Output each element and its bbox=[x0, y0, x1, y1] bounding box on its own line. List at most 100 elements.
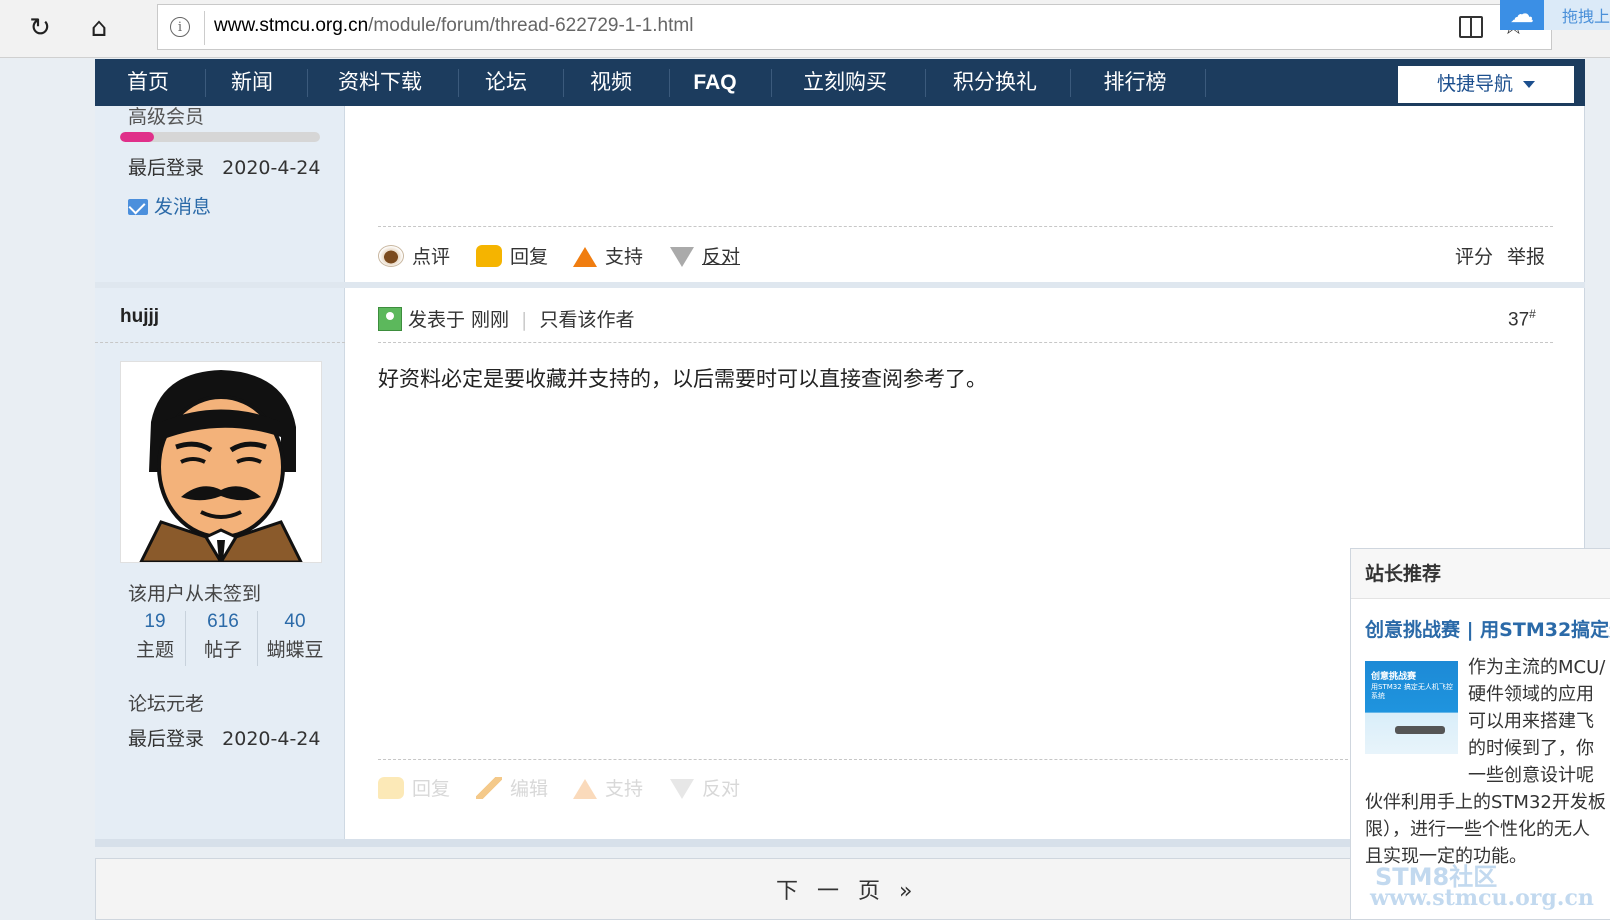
drag-hint: 拖拽上 bbox=[1562, 7, 1610, 26]
drone-icon bbox=[1395, 726, 1445, 734]
nav-divider bbox=[1205, 69, 1206, 97]
recommend-thumbnail[interactable]: 创意挑战赛 用STM32 搞定无人机飞控系统 bbox=[1365, 661, 1458, 754]
reply-icon bbox=[378, 777, 404, 799]
recommend-title-link[interactable]: 创意挑战赛 | 用STM32搞定无 bbox=[1365, 615, 1610, 642]
home-icon[interactable]: ⌂ bbox=[83, 12, 115, 44]
last-login-label: 最后登录 bbox=[128, 728, 205, 750]
post-separator bbox=[95, 282, 1585, 288]
nav-leaderboard[interactable]: 排行榜 bbox=[1080, 59, 1190, 106]
stat-posts-label: 帖子 bbox=[203, 639, 242, 661]
nav-home[interactable]: 首页 bbox=[113, 59, 183, 106]
support-button[interactable]: 支持 bbox=[573, 242, 643, 269]
recommend-desc-line: 可以用来搭建飞 bbox=[1468, 711, 1594, 732]
nav-divider bbox=[458, 69, 459, 97]
floor-number[interactable]: 37# bbox=[1508, 307, 1536, 331]
divider-line bbox=[378, 342, 1553, 343]
refresh-icon[interactable]: ↻ bbox=[24, 12, 56, 44]
nav-divider bbox=[771, 69, 772, 97]
stat-divider bbox=[185, 611, 186, 666]
stat-posts[interactable]: 616 帖子 bbox=[188, 611, 258, 662]
page-content: 首页 新闻 资料下载 论坛 视频 FAQ 立刻购买 积分换礼 排行榜 快捷导航 … bbox=[0, 59, 1610, 920]
recommend-header: 站长推荐 bbox=[1351, 549, 1610, 599]
sidebar-divider bbox=[95, 342, 345, 343]
thumb-down-arrow-icon bbox=[670, 247, 694, 267]
address-bar[interactable]: i www.stmcu.org.cn/module/forum/thread-6… bbox=[157, 4, 1552, 50]
reply-button[interactable]: 回复 bbox=[378, 774, 450, 801]
post-body: 好资料必定是要收藏并支持的，以后需要时可以直接查阅参考了。 bbox=[378, 367, 987, 391]
oppose-label: 反对 bbox=[702, 778, 741, 800]
post-author-name[interactable]: hujjj bbox=[120, 306, 159, 328]
send-message-label: 发消息 bbox=[154, 196, 212, 218]
stat-beans-num: 40 bbox=[284, 611, 306, 632]
report-link[interactable]: 举报 bbox=[1507, 242, 1545, 269]
user-group-label: 高级会员 bbox=[128, 106, 205, 128]
post-meta: 发表于 刚刚 | 只看该作者 bbox=[378, 305, 634, 332]
divider-line bbox=[378, 759, 1348, 760]
thumb-up-arrow-icon bbox=[573, 779, 597, 799]
browser-toolbar: ↻ ⌂ i www.stmcu.org.cn/module/forum/thre… bbox=[0, 0, 1610, 58]
recommend-desc-line: 一些创意设计呢 bbox=[1468, 765, 1594, 786]
url-path: /module/forum/thread-622729-1-1.html bbox=[368, 15, 694, 36]
reply-button[interactable]: 回复 bbox=[476, 242, 548, 269]
nav-forum[interactable]: 论坛 bbox=[471, 59, 541, 106]
chevron-down-icon bbox=[1523, 81, 1535, 88]
reading-view-icon[interactable] bbox=[1459, 16, 1483, 38]
floor-mark: # bbox=[1529, 307, 1536, 321]
recommend-desc-line: 的时候到了，你 bbox=[1468, 738, 1594, 759]
oppose-button[interactable]: 反对 bbox=[670, 242, 740, 269]
site-watermark-url: www.stmcu.org.cn bbox=[1370, 885, 1594, 911]
quick-nav-button[interactable]: 快捷导航 bbox=[1398, 66, 1574, 103]
reply-label: 回复 bbox=[510, 246, 549, 268]
thumb-subtitle: 用STM32 搞定无人机飞控系统 bbox=[1371, 683, 1453, 700]
last-login-label: 最后登录 bbox=[128, 157, 205, 179]
oppose-button[interactable]: 反对 bbox=[670, 774, 740, 801]
stat-threads-num: 19 bbox=[144, 611, 166, 632]
stat-posts-num: 616 bbox=[207, 611, 239, 632]
support-button[interactable]: 支持 bbox=[573, 774, 643, 801]
edit-button[interactable]: 编辑 bbox=[476, 774, 548, 801]
reply-label: 回复 bbox=[412, 778, 451, 800]
thumb-title: 创意挑战赛 bbox=[1371, 672, 1417, 682]
nav-faq[interactable]: FAQ bbox=[680, 59, 750, 106]
send-message-link[interactable]: 发消息 bbox=[128, 192, 211, 219]
avatar[interactable] bbox=[120, 361, 322, 565]
cloud-icon: ☁ bbox=[1500, 0, 1544, 30]
user-rank: 论坛元老 bbox=[128, 693, 205, 715]
oppose-label: 反对 bbox=[702, 246, 741, 268]
meta-divider: | bbox=[521, 309, 528, 331]
edit-label: 编辑 bbox=[510, 778, 549, 800]
main-navigation: 首页 新闻 资料下载 论坛 视频 FAQ 立刻购买 积分换礼 排行榜 bbox=[95, 59, 1585, 106]
nav-divider bbox=[205, 69, 206, 97]
next-page-label: 下 一 页 » bbox=[776, 879, 919, 904]
quick-nav-label: 快捷导航 bbox=[1436, 73, 1513, 95]
baidu-netdisk-float[interactable]: ☁ 拖拽上 bbox=[1500, 0, 1610, 30]
recommend-desc-line: 硬件领域的应用 bbox=[1468, 684, 1594, 705]
url-text[interactable]: www.stmcu.org.cn/module/forum/thread-622… bbox=[214, 15, 693, 37]
nav-points-exchange[interactable]: 积分换礼 bbox=[935, 59, 1055, 106]
site-info-icon[interactable]: i bbox=[170, 17, 190, 37]
support-label: 支持 bbox=[605, 246, 644, 268]
comment-button[interactable]: 点评 bbox=[378, 242, 450, 269]
thumb-down-arrow-icon bbox=[670, 779, 694, 799]
comment-icon bbox=[378, 245, 404, 267]
recommend-desc-line: 作为主流的MCU/ bbox=[1468, 657, 1606, 678]
envelope-icon bbox=[128, 199, 148, 215]
nav-divider bbox=[307, 69, 308, 97]
stat-butterfly-beans[interactable]: 40 蝴蝶豆 bbox=[260, 611, 330, 662]
nav-video[interactable]: 视频 bbox=[576, 59, 646, 106]
stat-threads[interactable]: 19 主题 bbox=[120, 611, 190, 662]
nav-news[interactable]: 新闻 bbox=[217, 59, 287, 106]
stat-beans-label: 蝴蝶豆 bbox=[266, 639, 324, 661]
stat-divider bbox=[257, 611, 258, 666]
last-login-prev: 最后登录 2020-4-24 bbox=[128, 153, 320, 180]
nav-buy-now[interactable]: 立刻购买 bbox=[785, 59, 905, 106]
pencil-icon bbox=[476, 777, 502, 799]
sign-in-status: 该用户从未签到 bbox=[128, 583, 262, 605]
support-label: 支持 bbox=[605, 778, 644, 800]
floor-value: 37 bbox=[1508, 309, 1530, 331]
nav-downloads[interactable]: 资料下载 bbox=[320, 59, 440, 106]
reply-icon bbox=[476, 245, 502, 267]
rate-link[interactable]: 评分 bbox=[1455, 242, 1493, 269]
only-author-link[interactable]: 只看该作者 bbox=[539, 309, 634, 331]
avatar-image bbox=[121, 362, 321, 565]
